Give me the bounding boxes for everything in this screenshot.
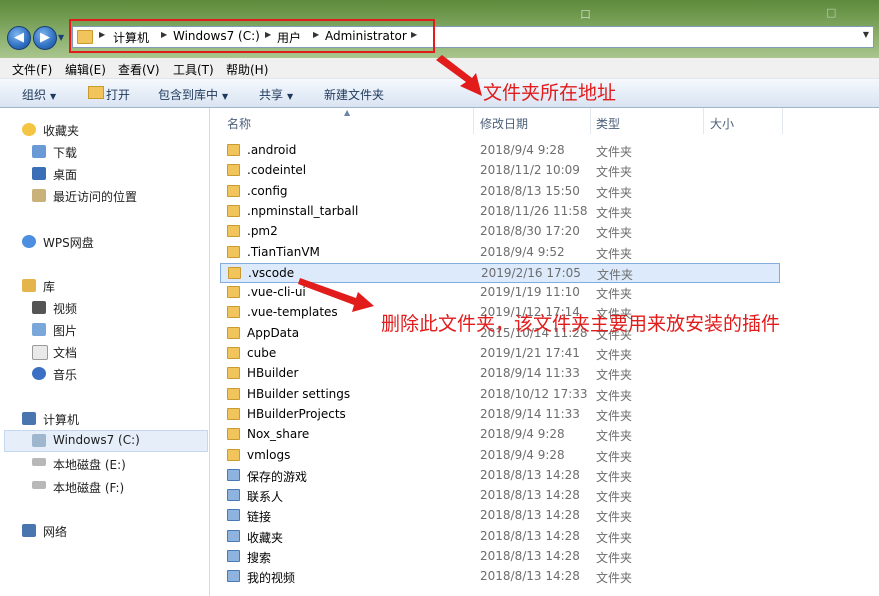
annotation-address-note: 文件夹所在地址 [483, 82, 617, 104]
annotation-arrows [298, 55, 482, 312]
annotation-delete-note: 删除此文件夹，该文件夹主要用来放安装的插件 [381, 313, 781, 335]
arrow-to-address [436, 55, 482, 96]
arrow-to-vscode [298, 278, 374, 312]
